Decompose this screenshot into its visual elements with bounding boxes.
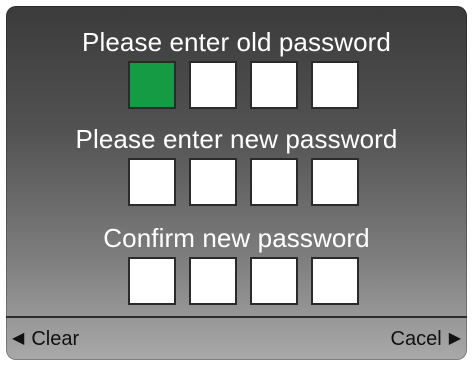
confirm-password-pin-field	[128, 257, 359, 305]
new-password-pin-field	[128, 158, 359, 206]
old-password-pin-field	[128, 61, 359, 109]
confirm-password-digit-2[interactable]	[189, 257, 237, 305]
confirm-password-digit-3[interactable]	[250, 257, 298, 305]
old-password-digit-3[interactable]	[250, 61, 298, 109]
confirm-password-digit-1[interactable]	[128, 257, 176, 305]
old-password-digit-2[interactable]	[189, 61, 237, 109]
password-change-dialog: Please enter old password Please enter n…	[6, 6, 467, 360]
left-arrow-icon: ◀	[12, 330, 25, 347]
old-password-digit-1[interactable]	[128, 61, 176, 109]
new-password-digit-2[interactable]	[189, 158, 237, 206]
cancel-button[interactable]: Cacel ▶	[391, 324, 461, 354]
new-password-digit-3[interactable]	[250, 158, 298, 206]
new-password-digit-4[interactable]	[311, 158, 359, 206]
confirm-password-prompt: Confirm new password	[103, 223, 370, 253]
new-password-digit-1[interactable]	[128, 158, 176, 206]
new-password-prompt: Please enter new password	[75, 124, 398, 154]
confirm-password-digit-4[interactable]	[311, 257, 359, 305]
old-password-prompt: Please enter old password	[82, 27, 391, 57]
old-password-digit-4[interactable]	[311, 61, 359, 109]
footer-divider	[6, 316, 467, 318]
cancel-label: Cacel	[390, 328, 442, 350]
clear-label: Clear	[31, 328, 80, 350]
right-arrow-icon: ▶	[448, 330, 461, 347]
clear-button[interactable]: ◀ Clear	[12, 324, 79, 354]
